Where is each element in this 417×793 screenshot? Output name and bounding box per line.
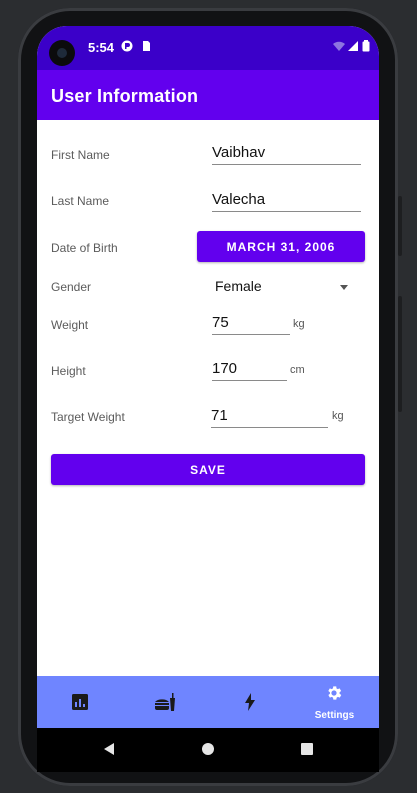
signal-icon	[348, 41, 358, 51]
chart-icon	[72, 694, 88, 710]
target-weight-field[interactable]: 71	[211, 400, 328, 428]
height-unit: cm	[290, 364, 305, 376]
last-name-value: Valecha	[212, 191, 266, 208]
height-value: 170	[212, 360, 238, 377]
last-name-field[interactable]: Valecha	[212, 184, 361, 212]
app-screen: 5:54 User Information First Name Vaibhav…	[37, 26, 379, 728]
bolt-icon	[245, 693, 255, 711]
target-weight-label: Target Weight	[51, 410, 125, 424]
nav-item-food[interactable]	[122, 676, 207, 728]
weight-field[interactable]: 75	[212, 308, 290, 335]
sd-card-icon	[143, 41, 150, 51]
target-weight-unit: kg	[332, 410, 344, 422]
weight-value: 75	[212, 314, 229, 331]
gender-value: Female	[215, 278, 262, 294]
height-label: Height	[51, 364, 86, 378]
front-camera	[49, 40, 75, 66]
nav-item-settings[interactable]: Settings	[292, 676, 377, 728]
first-name-field[interactable]: Vaibhav	[212, 138, 361, 165]
back-icon[interactable]	[102, 742, 116, 756]
chevron-down-icon	[340, 285, 348, 290]
app-bar: User Information	[37, 70, 379, 120]
first-name-label: First Name	[51, 148, 110, 162]
system-navigation-bar	[37, 728, 379, 772]
app-notification-icon	[121, 40, 133, 52]
height-field[interactable]: 170	[212, 354, 287, 381]
weight-unit: kg	[293, 318, 305, 330]
status-bar: 5:54	[37, 26, 379, 70]
first-name-value: Vaibhav	[212, 144, 266, 161]
bottom-navigation: Settings	[37, 676, 379, 728]
last-name-label: Last Name	[51, 194, 110, 208]
volume-button	[398, 196, 402, 256]
nav-item-activity[interactable]	[207, 676, 292, 728]
status-time: 5:54	[88, 40, 115, 55]
date-of-birth-button[interactable]: MARCH 31, 2006	[197, 231, 365, 262]
home-icon[interactable]	[201, 742, 215, 756]
gender-label: Gender	[51, 280, 92, 294]
target-weight-value: 71	[211, 407, 228, 424]
recents-icon[interactable]	[300, 742, 314, 756]
page-title: User Information	[51, 86, 199, 106]
gear-icon	[328, 686, 342, 700]
nav-item-stats[interactable]	[37, 676, 122, 728]
nav-label-settings: Settings	[314, 710, 355, 721]
wifi-icon	[333, 41, 345, 51]
power-button	[398, 296, 402, 412]
food-icon	[155, 693, 175, 711]
battery-icon	[362, 40, 370, 52]
save-button[interactable]: SAVE	[51, 454, 365, 485]
dob-label: Date of Birth	[51, 241, 118, 255]
weight-label: Weight	[51, 318, 89, 332]
